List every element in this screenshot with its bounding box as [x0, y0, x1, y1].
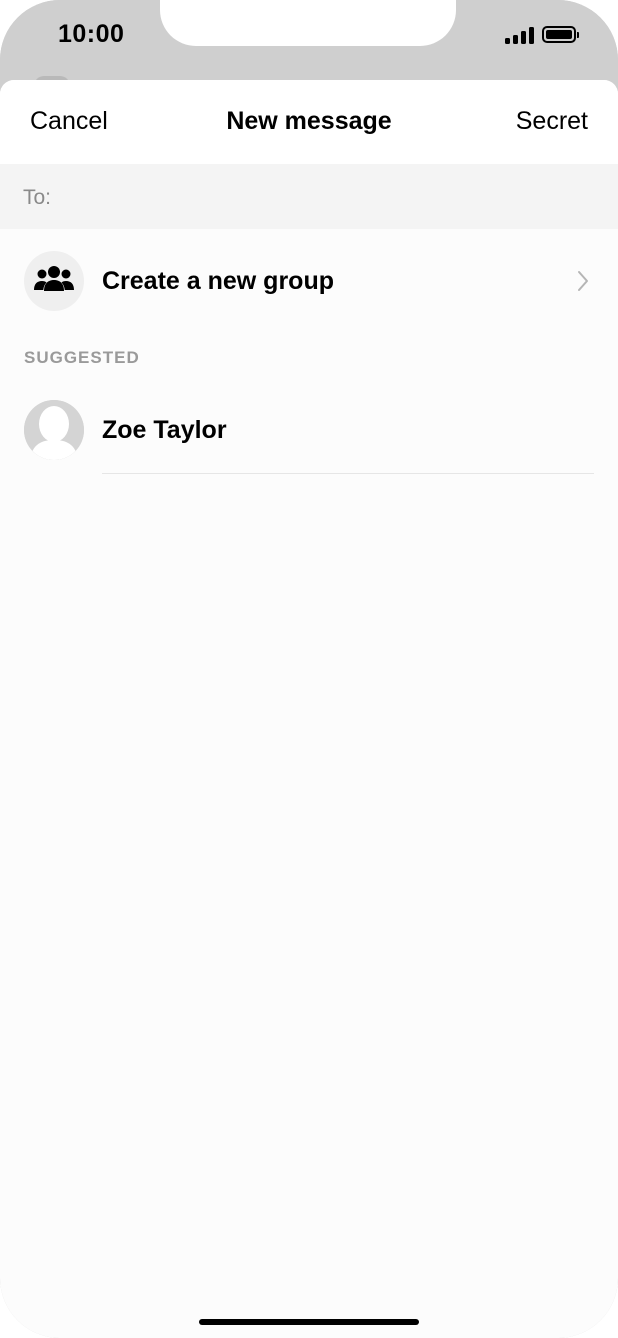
create-group-row[interactable]: Create a new group [0, 240, 618, 322]
phone-screen: 10:00 Cancel New message Secret To: Crea… [0, 0, 618, 1338]
new-message-sheet: Cancel New message Secret To: Create a n… [0, 80, 618, 1338]
status-time: 10:00 [58, 20, 125, 48]
device-notch [160, 0, 456, 46]
cellular-signal-icon [505, 26, 535, 44]
suggested-section-header: SUGGESTED [24, 348, 140, 367]
contact-name: Zoe Taylor [102, 416, 227, 444]
battery-icon [542, 26, 579, 43]
default-avatar-icon [24, 400, 84, 460]
create-group-label: Create a new group [102, 267, 334, 295]
row-divider [102, 473, 594, 474]
recipient-field[interactable]: To: [0, 164, 618, 229]
navigation-bar: Cancel New message Secret [0, 80, 618, 164]
home-indicator[interactable] [199, 1319, 419, 1325]
group-icon [24, 251, 84, 311]
secret-button[interactable]: Secret [516, 107, 588, 136]
status-bar: 10:00 [0, 0, 618, 86]
contact-row[interactable]: Zoe Taylor [0, 390, 618, 474]
chevron-right-icon [578, 271, 588, 291]
to-label: To: [23, 186, 52, 209]
recipient-input[interactable] [62, 178, 596, 216]
